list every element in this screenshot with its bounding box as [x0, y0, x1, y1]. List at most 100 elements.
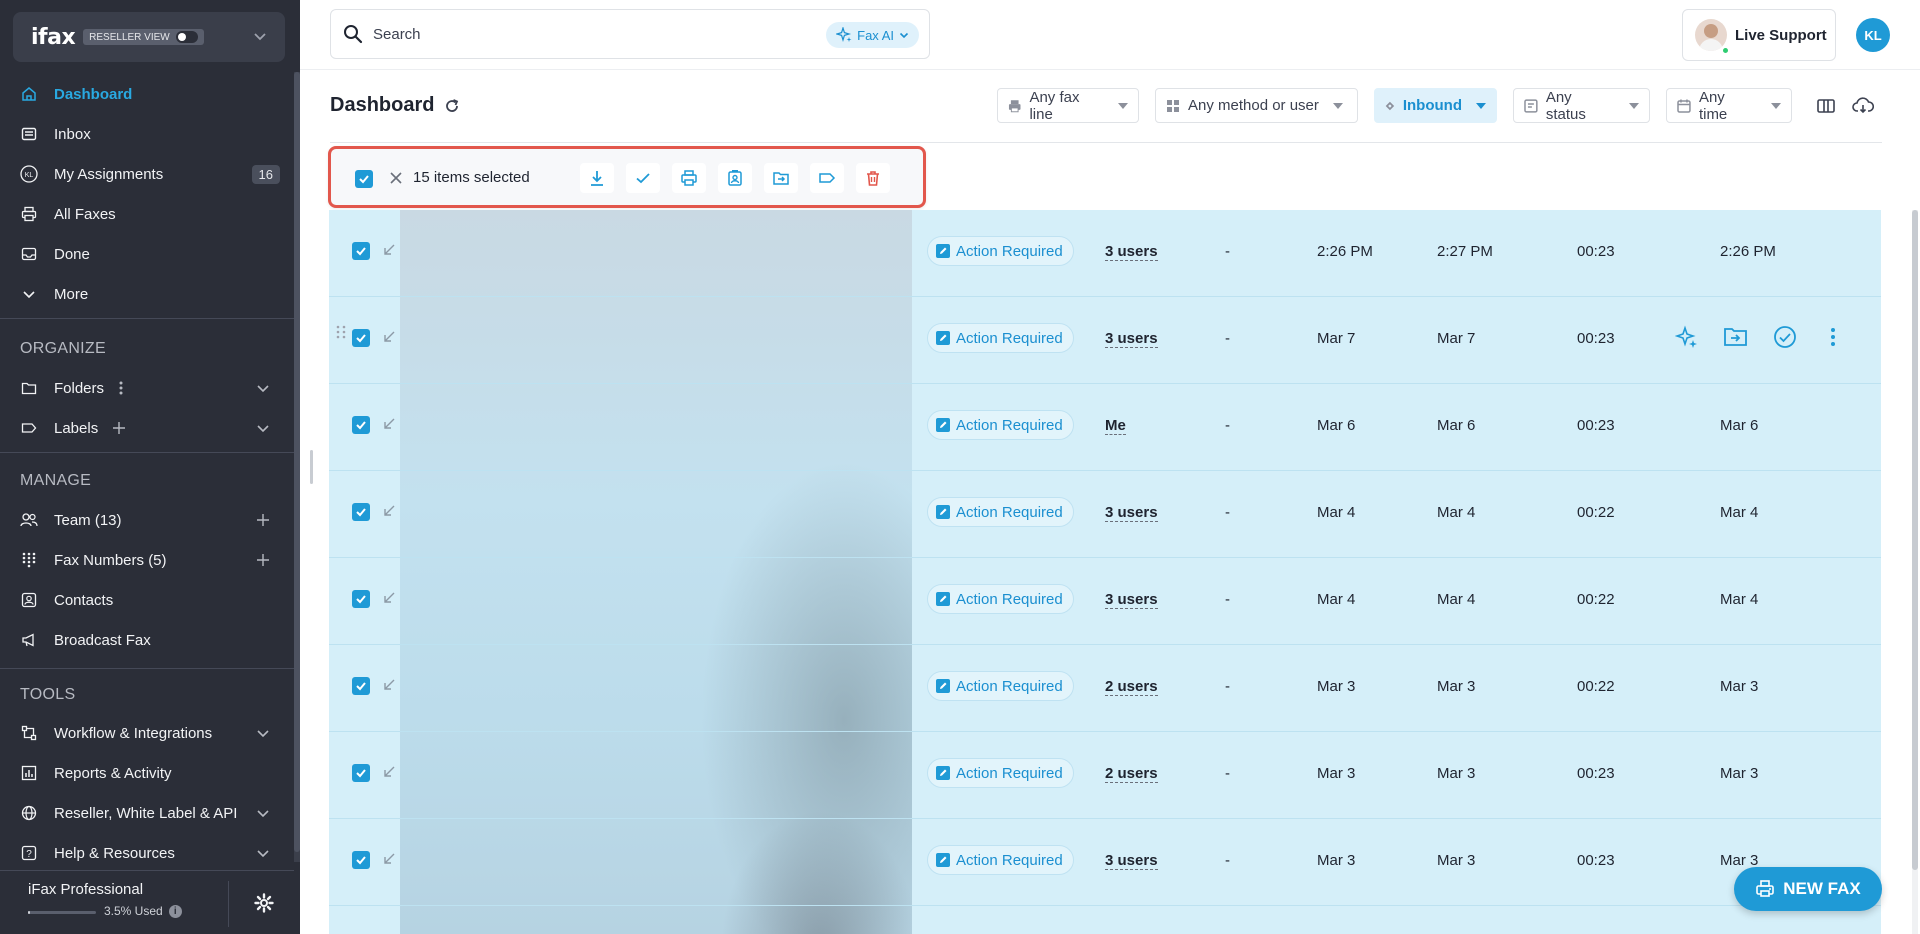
sidebar-item-reports-activity[interactable]: Reports & Activity [0, 753, 294, 793]
mark-done-button[interactable] [626, 163, 660, 193]
fax-line-filter-label: Any fax line [1029, 88, 1080, 123]
assigned-users[interactable]: 2 users [1105, 678, 1158, 696]
status-badge[interactable]: Action Required [927, 671, 1074, 701]
direction-filter[interactable]: Inbound [1374, 88, 1497, 123]
time-filter[interactable]: Any time [1666, 88, 1792, 123]
sidebar-item-fax-numbers[interactable]: Fax Numbers (5) [0, 540, 294, 580]
kebab-menu-icon[interactable] [118, 380, 124, 396]
assign-button[interactable] [718, 163, 752, 193]
status-badge[interactable]: Action Required [927, 410, 1074, 440]
sidebar-item-folders[interactable]: Folders [0, 368, 294, 408]
sidebar-item-dashboard[interactable]: Dashboard [0, 74, 294, 114]
assigned-users[interactable]: Me [1105, 417, 1126, 435]
method-user-filter[interactable]: Any method or user [1155, 88, 1358, 123]
account-switcher[interactable]: ifax RESELLER VIEW [13, 12, 285, 62]
fax-ai-button[interactable]: Fax AI [826, 22, 919, 48]
chevron-down-icon[interactable] [256, 381, 270, 395]
toggle-switch[interactable] [175, 31, 198, 43]
status-badge[interactable]: Action Required [927, 758, 1074, 788]
check-circle-icon[interactable] [1773, 325, 1797, 349]
sidebar-item-broadcast-fax[interactable]: Broadcast Fax [0, 620, 294, 660]
gear-icon[interactable] [254, 893, 274, 913]
main-scrollbar-thumb[interactable] [1912, 210, 1918, 870]
drag-handle-icon[interactable] [336, 325, 346, 339]
search-input[interactable]: Search Fax AI [330, 9, 930, 59]
folder-move-icon[interactable] [1723, 325, 1749, 349]
assigned-users[interactable]: 3 users [1105, 243, 1158, 261]
chevron-down-icon[interactable] [256, 846, 270, 860]
sidebar-scrollbar-thumb[interactable] [294, 72, 300, 852]
live-support-button[interactable]: Live Support [1682, 9, 1836, 61]
fax-line-filter[interactable]: Any fax line [997, 88, 1139, 123]
inbound-arrow-icon [384, 679, 395, 690]
sidebar-item-my-assignments[interactable]: KL My Assignments 16 [0, 154, 294, 194]
sparkle-icon[interactable] [1675, 325, 1699, 349]
sidebar-item-contacts[interactable]: Contacts [0, 580, 294, 620]
table-row[interactable]: Action Required 3 users - Mar 4 Mar 4 00:22 Ma… [329, 558, 1881, 645]
sidebar-item-inbox[interactable]: Inbox [0, 114, 294, 154]
move-to-folder-button[interactable] [764, 163, 798, 193]
table-row[interactable]: Action Required Me - Mar 6 Mar 6 00:23 Mar 6 [329, 384, 1881, 471]
row-checkbox[interactable] [352, 242, 370, 260]
sidebar-resize-handle[interactable] [310, 450, 313, 484]
row-checkbox[interactable] [352, 416, 370, 434]
user-avatar[interactable]: KL [1856, 18, 1890, 52]
table-row[interactable]: Action Required 3 users - 2:26 PM 2:27 PM 00:… [329, 210, 1881, 297]
row-checkbox[interactable] [352, 503, 370, 521]
status-badge[interactable]: Action Required [927, 845, 1074, 875]
assigned-users[interactable]: 3 users [1105, 852, 1158, 870]
table-row[interactable]: Action Required 3 users - Mar 4 Mar 4 00:22 Ma… [329, 471, 1881, 558]
assigned-users[interactable]: 3 users [1105, 591, 1158, 609]
download-button[interactable] [580, 163, 614, 193]
plus-icon[interactable] [112, 421, 126, 435]
cloud-download-icon[interactable] [1852, 96, 1874, 116]
row-checkbox[interactable] [352, 851, 370, 869]
assigned-users[interactable]: 3 users [1105, 330, 1158, 348]
status-badge[interactable]: Action Required [927, 584, 1074, 614]
assigned-users[interactable]: 3 users [1105, 504, 1158, 522]
plus-icon[interactable] [256, 513, 270, 527]
select-all-checkbox[interactable] [355, 170, 373, 188]
row-checkbox[interactable] [352, 590, 370, 608]
chevron-down-icon[interactable] [256, 726, 270, 740]
sidebar-item-all-faxes[interactable]: All Faxes [0, 194, 294, 234]
inbound-arrow-icon [384, 592, 395, 603]
row-checkbox[interactable] [352, 329, 370, 347]
sidebar-item-labels[interactable]: Labels [0, 408, 294, 448]
chevron-down-icon[interactable] [256, 806, 270, 820]
sidebar-item-more[interactable]: More [0, 274, 294, 314]
row-checkbox[interactable] [352, 677, 370, 695]
reseller-view-toggle[interactable]: RESELLER VIEW [83, 29, 204, 45]
columns-icon[interactable] [1816, 96, 1836, 116]
table-row[interactable]: Action Required 3 users - Mar 7 Mar 7 00:23 [329, 297, 1881, 384]
contacts-icon [20, 591, 38, 609]
delete-button[interactable] [856, 163, 890, 193]
status-filter[interactable]: Any status [1513, 88, 1650, 123]
table-row[interactable]: Action Required 2 users - Mar 3 Mar 3 00:22 Ma… [329, 645, 1881, 732]
status-badge[interactable]: Action Required [927, 323, 1074, 353]
status-badge[interactable]: Action Required [927, 497, 1074, 527]
sidebar-item-done[interactable]: Done [0, 234, 294, 274]
status-badge[interactable]: Action Required [927, 236, 1074, 266]
time-filter-label: Any time [1698, 88, 1728, 123]
search-icon [344, 25, 363, 44]
new-fax-button[interactable]: NEW FAX [1734, 867, 1882, 911]
sidebar-item-team[interactable]: Team (13) [0, 500, 294, 540]
reseller-view-label: RESELLER VIEW [89, 31, 170, 43]
add-label-button[interactable] [810, 163, 844, 193]
refresh-icon[interactable] [444, 98, 460, 114]
chevron-down-icon[interactable] [256, 421, 270, 435]
more-vertical-icon[interactable] [1821, 325, 1845, 349]
sidebar-item-reseller-api[interactable]: Reseller, White Label & API [0, 793, 294, 833]
sidebar-item-help-resources[interactable]: ? Help & Resources [0, 833, 294, 873]
print-button[interactable] [672, 163, 706, 193]
info-icon[interactable]: i [168, 904, 182, 918]
plus-icon[interactable] [256, 553, 270, 567]
row-checkbox[interactable] [352, 764, 370, 782]
clear-selection-icon[interactable] [389, 171, 403, 185]
table-row[interactable]: Action Required 3 users - Mar 3 Mar 3 00:23 Ma… [329, 819, 1881, 906]
assigned-users[interactable]: 2 users [1105, 765, 1158, 783]
sidebar-item-workflow-integrations[interactable]: Workflow & Integrations [0, 713, 294, 753]
status-label: Action Required [956, 329, 1063, 347]
table-row[interactable]: Action Required 2 users - Mar 3 Mar 3 00:23 Ma… [329, 732, 1881, 819]
